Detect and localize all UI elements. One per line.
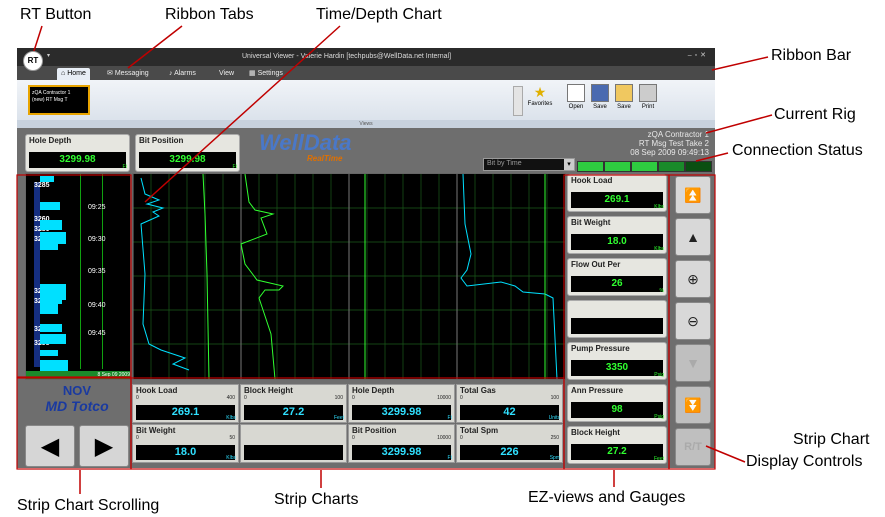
frame-ez-views <box>563 174 670 470</box>
leader-ribbon-tabs <box>127 25 183 69</box>
leader-current-rig <box>705 114 773 134</box>
leader-display-controls <box>705 445 746 463</box>
frame-scrolling <box>16 377 132 470</box>
callout-lines <box>16 25 773 494</box>
leader-connection-status <box>695 152 729 162</box>
frame-time-depth <box>16 174 132 378</box>
rt-button[interactable]: RT <box>23 51 43 71</box>
frame-display-controls <box>668 174 716 470</box>
frame-strip-charts <box>130 377 565 470</box>
leader-time-depth <box>144 25 341 203</box>
leader-rt-button <box>32 25 43 55</box>
leader-ribbon-bar <box>711 56 769 71</box>
